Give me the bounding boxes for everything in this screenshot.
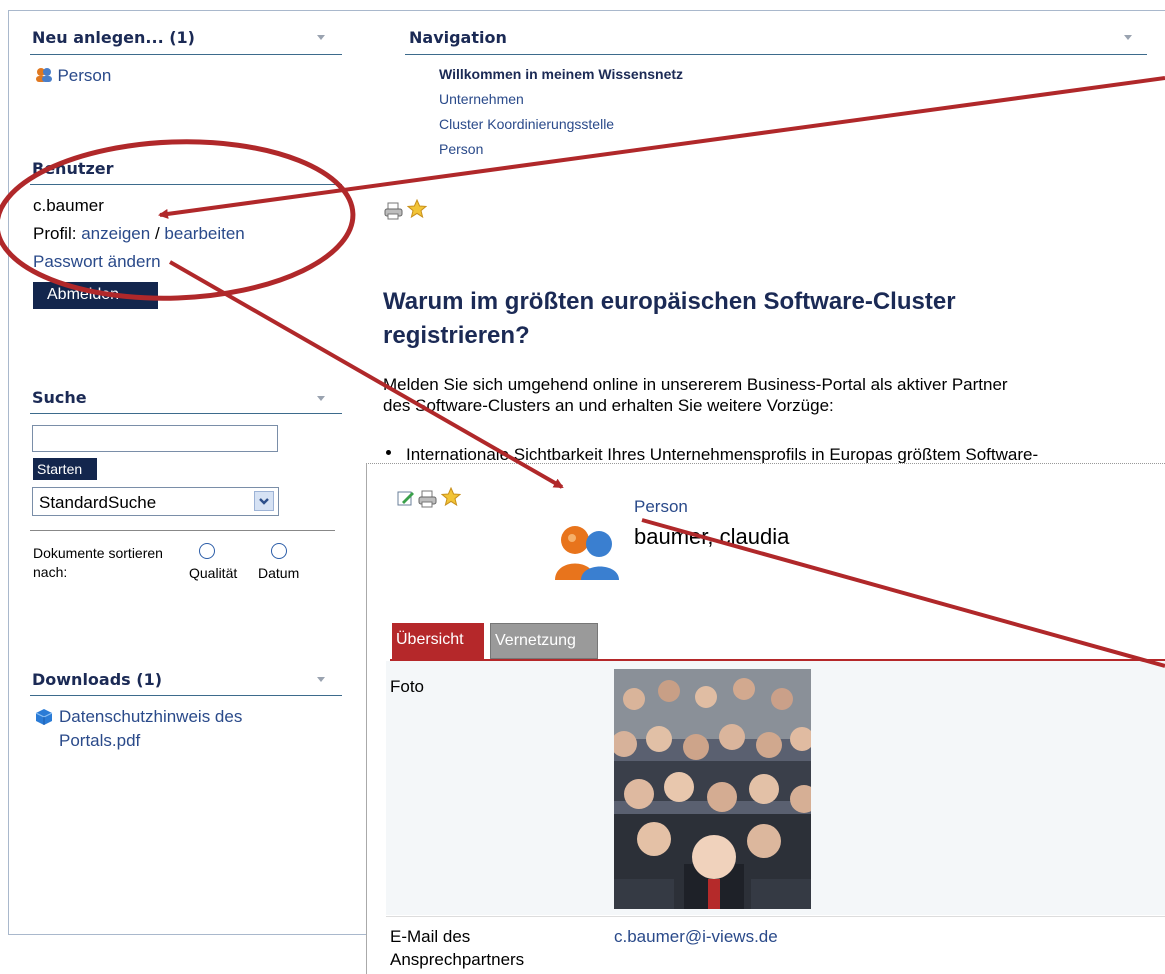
nav-item-willkommen[interactable]: Willkommen in meinem Wissensnetz [439, 66, 683, 82]
user-box-title: Benutzer [32, 159, 114, 178]
edit-icon[interactable] [397, 489, 415, 507]
person-icon [36, 68, 52, 82]
nav-item-cluster[interactable]: Cluster Koordinierungsstelle [439, 116, 614, 132]
bullet-dot [386, 450, 391, 455]
sort-label-line2: nach: [33, 564, 68, 580]
email-label-line1: E-Mail des [390, 927, 471, 946]
profile-photo [614, 669, 811, 909]
profile-label: Profil: [33, 224, 77, 243]
search-start-button[interactable]: Starten [33, 458, 97, 480]
collapse-new-box-icon[interactable] [317, 35, 325, 40]
new-box-rule [30, 54, 342, 55]
main-heading-line1: Warum im größten europäischen Software-C… [383, 288, 956, 315]
downloads-box-rule [30, 695, 342, 696]
download-name-line1: Datenschutzhinweis des [59, 707, 243, 726]
search-type-value: StandardSuche [39, 493, 157, 512]
tab-uebersicht[interactable]: Übersicht [392, 623, 484, 659]
main-heading-line2: registrieren? [383, 322, 530, 349]
collapse-search-box-icon[interactable] [317, 396, 325, 401]
bullet-text: Internationale Sichtbarkeit Ihres Untern… [406, 445, 1039, 464]
person-large-icon [555, 526, 619, 580]
logout-button[interactable]: Abmelden [33, 282, 158, 309]
main-paragraph-line2: des Software-Clusters an und erhalten Si… [383, 396, 834, 415]
photo-label: Foto [390, 677, 425, 696]
main-paragraph-line1: Melden Sie sich umgehend online in unser… [383, 375, 1008, 394]
nav-item-unternehmen[interactable]: Unternehmen [439, 91, 524, 107]
nav-item-person[interactable]: Person [439, 141, 483, 157]
sort-date-radio[interactable] [271, 543, 287, 559]
search-box-rule [30, 413, 342, 414]
sort-label-line1: Dokumente sortieren [33, 545, 163, 561]
sort-quality-radio[interactable] [199, 543, 215, 559]
sort-quality-label: Qualität [189, 565, 238, 581]
view-profile-link[interactable]: anzeigen [81, 224, 150, 243]
new-person-item[interactable]: Person [35, 66, 111, 86]
new-box-title: Neu anlegen... (1) [32, 28, 195, 47]
print-icon[interactable] [384, 201, 404, 221]
profile-favorite-star-icon[interactable] [441, 487, 461, 507]
navigation-title: Navigation [409, 28, 507, 47]
search-type-select[interactable]: StandardSuche [32, 487, 279, 516]
tab-vernetzung[interactable]: Vernetzung [490, 623, 598, 659]
search-box-divider [30, 530, 335, 531]
search-input[interactable] [32, 425, 278, 452]
navigation-rule [405, 54, 1147, 55]
search-box-title: Suche [32, 388, 87, 407]
collapse-navigation-icon[interactable] [1124, 35, 1132, 40]
profile-separator: / [154, 224, 160, 243]
edit-profile-link[interactable]: bearbeiten [164, 224, 244, 243]
document-cube-icon [35, 709, 53, 725]
collapse-downloads-box-icon[interactable] [317, 677, 325, 682]
new-person-label: Person [57, 66, 112, 85]
downloads-box-title: Downloads (1) [32, 670, 163, 689]
email-value-link[interactable]: c.baumer@i-views.de [614, 927, 778, 947]
change-password-link[interactable]: Passwort ändern [33, 252, 161, 272]
download-name-line2: Portals.pdf [59, 731, 141, 750]
user-box-rule [30, 184, 342, 185]
chevron-down-icon[interactable] [254, 491, 274, 511]
profile-name: baumer, claudia [634, 524, 790, 549]
profile-type-label[interactable]: Person [634, 497, 688, 517]
profile-row: Profil: anzeigen / bearbeiten [33, 224, 245, 244]
favorite-star-icon[interactable] [407, 199, 427, 219]
username: c.baumer [33, 196, 104, 215]
profile-print-icon[interactable] [418, 489, 438, 509]
row-divider [386, 916, 1165, 917]
sort-date-label: Datum [258, 565, 300, 581]
email-label-line2: Ansprechpartners [390, 950, 525, 969]
